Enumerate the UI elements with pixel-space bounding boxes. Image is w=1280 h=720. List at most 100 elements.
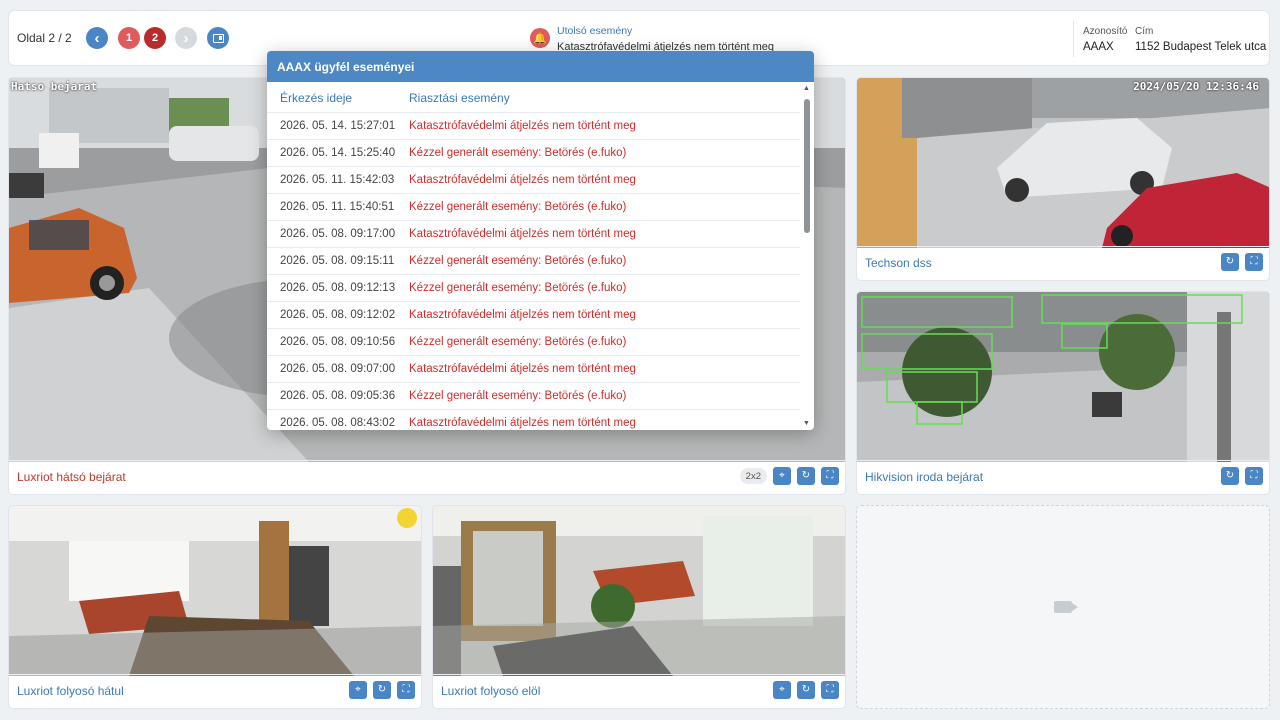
- camera-footer: Hikvision iroda bejárat ↻ ⛶: [857, 460, 1269, 494]
- event-row[interactable]: 2026. 05. 14. 15:27:01 Katasztrófavédelmi…: [267, 112, 800, 139]
- fullscreen-button[interactable]: ⛶: [821, 681, 839, 699]
- location-button[interactable]: ⌖: [349, 681, 367, 699]
- refresh-button[interactable]: ↻: [373, 681, 391, 699]
- event-text: Katasztrófavédelmi átjelzés nem történt …: [409, 120, 636, 132]
- event-text: Katasztrófavédelmi átjelzés nem történt …: [409, 174, 636, 186]
- refresh-button[interactable]: ↻: [1221, 467, 1239, 485]
- scroll-up-icon[interactable]: ▲: [803, 85, 810, 92]
- event-time: 2026. 05. 08. 08:43:02: [280, 417, 396, 429]
- fullscreen-button[interactable]: ⛶: [1245, 467, 1263, 485]
- fullscreen-icon: ⛶: [402, 684, 410, 695]
- event-row[interactable]: 2026. 05. 08. 09:05:36 Kézzel generált es…: [267, 382, 800, 409]
- prev-page-button[interactable]: ‹: [86, 27, 108, 49]
- empty-camera-slot[interactable]: [856, 505, 1270, 709]
- divider: [1073, 21, 1074, 57]
- last-event-title: Utolsó esemény: [557, 25, 633, 37]
- map-pin-icon: ⌖: [779, 470, 785, 481]
- fullscreen-icon: ⛶: [826, 470, 834, 481]
- chevron-left-icon: ‹: [94, 29, 100, 47]
- event-row[interactable]: 2026. 05. 11. 15:40:51 Kézzel generált es…: [267, 193, 800, 220]
- next-page-button[interactable]: ›: [175, 27, 197, 49]
- camera-osd-title: Hatso bejarat: [11, 80, 98, 93]
- event-time: 2026. 05. 08. 09:07:00: [280, 363, 396, 375]
- chevron-right-icon: ›: [183, 29, 189, 47]
- modal-title: AAAX ügyfél eseményei: [267, 51, 814, 82]
- id-value: AAAX: [1083, 41, 1114, 53]
- event-text: Katasztrófavédelmi átjelzés nem történt …: [409, 417, 636, 429]
- fullscreen-icon: ⛶: [1250, 470, 1258, 481]
- event-row[interactable]: 2026. 05. 08. 09:17:00 Katasztrófavédelmi…: [267, 220, 800, 247]
- camera-feed[interactable]: [9, 506, 421, 676]
- camera-footer: Luxriot hátsó bejárat 2x2 ⌖ ↻ ⛶: [9, 460, 845, 494]
- page-2-button[interactable]: 2: [144, 27, 166, 49]
- column-header-time[interactable]: Érkezés ideje: [280, 91, 352, 105]
- event-time: 2026. 05. 08. 09:12:02: [280, 309, 396, 321]
- map-pin-icon: ⌖: [355, 684, 361, 695]
- map-pin-icon: ⌖: [779, 684, 785, 695]
- fullscreen-icon: ⛶: [826, 684, 834, 695]
- column-header-event[interactable]: Riasztási esemény: [409, 91, 510, 105]
- camera-name: Luxriot folyosó elöl: [441, 684, 541, 698]
- event-time: 2026. 05. 14. 15:25:40: [280, 147, 396, 159]
- refresh-button[interactable]: ↻: [797, 467, 815, 485]
- camera-name: Techson dss: [865, 256, 932, 270]
- camera-footer: Luxriot folyosó hátul ⌖ ↻ ⛶: [9, 674, 421, 708]
- event-row[interactable]: 2026. 05. 08. 09:15:11 Kézzel generált es…: [267, 247, 800, 274]
- page-indicator: Oldal 2 / 2: [17, 31, 72, 45]
- events-scrollbar[interactable]: ▲ ▼: [802, 85, 811, 427]
- event-time: 2026. 05. 08. 09:15:11: [280, 255, 395, 267]
- camera-tile-folyoso-elol[interactable]: Luxriot folyosó elöl ⌖ ↻ ⛶: [432, 505, 846, 709]
- location-button[interactable]: ⌖: [773, 467, 791, 485]
- layout-2x2-badge[interactable]: 2x2: [739, 468, 767, 484]
- camera-osd-title: 2024/05/20 12:36:46: [1133, 80, 1259, 93]
- event-text: Kézzel generált esemény: Betörés (e.fuko…: [409, 201, 627, 213]
- event-row[interactable]: 2026. 05. 11. 15:42:03 Katasztrófavédelmi…: [267, 166, 800, 193]
- fullscreen-button[interactable]: ⛶: [397, 681, 415, 699]
- camera-name: Luxriot hátsó bejárat: [17, 470, 126, 484]
- event-row[interactable]: 2026. 05. 08. 09:10:56 Kézzel generált es…: [267, 328, 800, 355]
- alarm-bell-icon: 🔔: [530, 28, 550, 48]
- camera-feed[interactable]: [433, 506, 845, 676]
- event-time: 2026. 05. 11. 15:40:51: [280, 201, 395, 213]
- camera-name: Luxriot folyosó hátul: [17, 684, 124, 698]
- refresh-button[interactable]: ↻: [1221, 253, 1239, 271]
- fullscreen-button[interactable]: ⛶: [821, 467, 839, 485]
- monitor-icon: [212, 33, 224, 43]
- event-text: Kézzel generált esemény: Betörés (e.fuko…: [409, 390, 627, 402]
- camera-feed[interactable]: [857, 292, 1269, 462]
- scrollbar-thumb[interactable]: [804, 99, 810, 233]
- page-1-button[interactable]: 1: [118, 27, 140, 49]
- event-time: 2026. 05. 08. 09:12:13: [280, 282, 396, 294]
- address-value: 1152 Budapest Telek utca: [1135, 41, 1267, 53]
- car-park-scene: [857, 78, 1269, 248]
- refresh-icon: ↻: [801, 470, 811, 481]
- event-row[interactable]: 2026. 05. 08. 09:12:13 Kézzel generált es…: [267, 274, 800, 301]
- event-text: Katasztrófavédelmi átjelzés nem történt …: [409, 309, 636, 321]
- monitor-layout-button[interactable]: [207, 27, 229, 49]
- camera-feed[interactable]: 2024/05/20 12:36:46: [857, 78, 1269, 248]
- event-row[interactable]: 2026. 05. 08. 09:12:02 Katasztrófavédelmi…: [267, 301, 800, 328]
- location-button[interactable]: ⌖: [773, 681, 791, 699]
- camera-tile-hikvision[interactable]: Hikvision iroda bejárat ↻ ⛶: [856, 291, 1270, 495]
- event-time: 2026. 05. 08. 09:10:56: [280, 336, 396, 348]
- camera-footer: Techson dss ↻ ⛶: [857, 246, 1269, 280]
- corridor-back-scene: [9, 506, 421, 676]
- refresh-icon: ↻: [1225, 256, 1235, 267]
- event-text: Katasztrófavédelmi átjelzés nem történt …: [409, 228, 636, 240]
- camera-tile-folyoso-hatul[interactable]: Luxriot folyosó hátul ⌖ ↻ ⛶: [8, 505, 422, 709]
- corridor-front-scene: [433, 506, 845, 676]
- event-row[interactable]: 2026. 05. 14. 15:25:40 Kézzel generált es…: [267, 139, 800, 166]
- refresh-icon: ↻: [377, 684, 387, 695]
- event-row[interactable]: 2026. 05. 08. 08:43:02 Katasztrófavédelmi…: [267, 409, 800, 430]
- event-text: Kézzel generált esemény: Betörés (e.fuko…: [409, 336, 627, 348]
- fullscreen-button[interactable]: ⛶: [1245, 253, 1263, 271]
- event-row[interactable]: 2026. 05. 08. 09:07:00 Katasztrófavédelmi…: [267, 355, 800, 382]
- refresh-icon: ↻: [801, 684, 811, 695]
- event-text: Kézzel generált esemény: Betörés (e.fuko…: [409, 147, 627, 159]
- event-time: 2026. 05. 11. 15:42:03: [280, 174, 395, 186]
- camera-tile-techson[interactable]: 2024/05/20 12:36:46 Techson dss ↻ ⛶: [856, 77, 1270, 281]
- camera-name: Hikvision iroda bejárat: [865, 470, 984, 484]
- office-entrance-scene: [857, 292, 1269, 462]
- refresh-button[interactable]: ↻: [797, 681, 815, 699]
- scroll-down-icon[interactable]: ▼: [803, 420, 810, 427]
